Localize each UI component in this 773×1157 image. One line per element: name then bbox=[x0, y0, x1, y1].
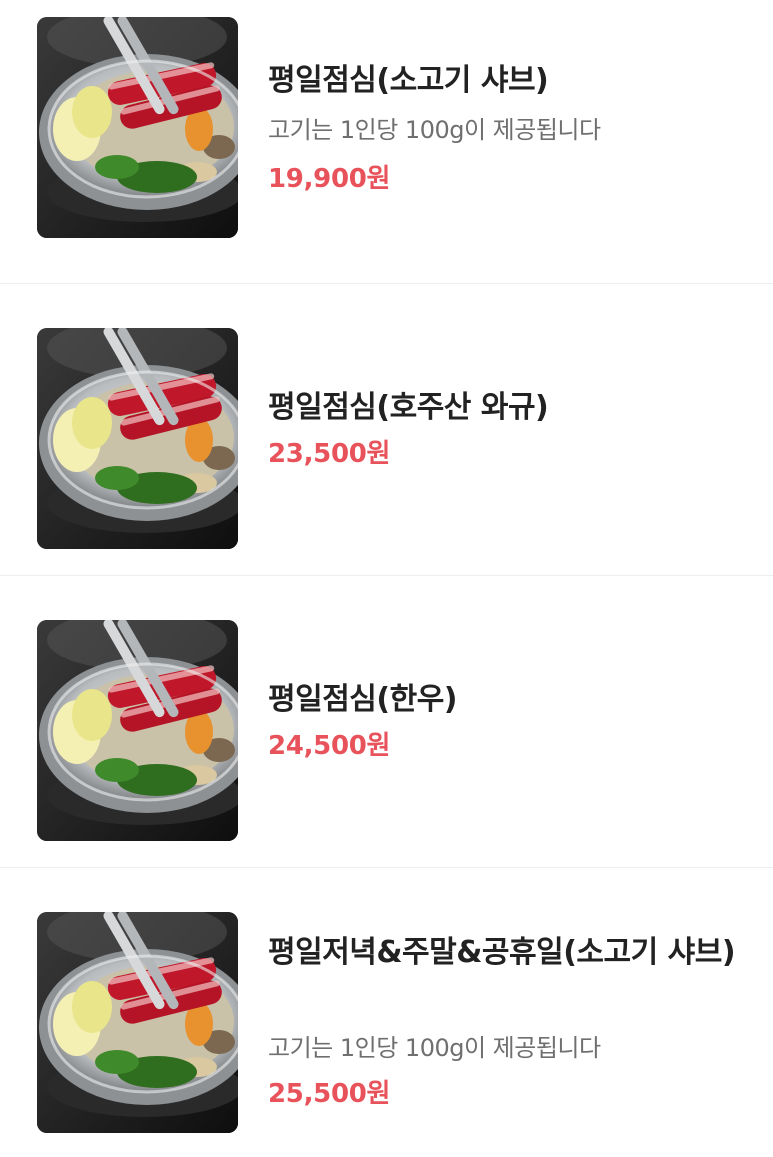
menu-item-price: 25,500원 bbox=[268, 1079, 391, 1109]
menu-item[interactable]: 평일저녁&주말&공휴일(소고기 샤브) 고기는 1인당 100g이 제공됩니다 … bbox=[0, 868, 773, 1157]
shabu-hotpot-photo bbox=[37, 912, 238, 1133]
shabu-hotpot-photo bbox=[37, 328, 238, 549]
menu-item-name: 평일점심(소고기 샤브) bbox=[268, 63, 549, 98]
menu-item[interactable]: 평일점심(소고기 샤브) 고기는 1인당 100g이 제공됩니다 19,900원 bbox=[0, 0, 773, 283]
menu-item-price: 19,900원 bbox=[268, 164, 391, 194]
menu-item-price: 23,500원 bbox=[268, 439, 391, 469]
menu-item-description: 고기는 1인당 100g이 제공됩니다 bbox=[268, 1034, 601, 1062]
menu-item[interactable]: 평일점심(한우) 24,500원 bbox=[0, 576, 773, 867]
menu-item-name: 평일저녁&주말&공휴일(소고기 샤브) bbox=[268, 935, 736, 970]
menu-item-description: 고기는 1인당 100g이 제공됩니다 bbox=[268, 116, 601, 144]
shabu-hotpot-photo bbox=[37, 17, 238, 238]
menu-item-name: 평일점심(한우) bbox=[268, 682, 458, 717]
menu-item[interactable]: 평일점심(호주산 와규) 23,500원 bbox=[0, 284, 773, 575]
shabu-hotpot-photo bbox=[37, 620, 238, 841]
menu-item-name: 평일점심(호주산 와규) bbox=[268, 390, 549, 425]
menu-item-price: 24,500원 bbox=[268, 731, 391, 761]
